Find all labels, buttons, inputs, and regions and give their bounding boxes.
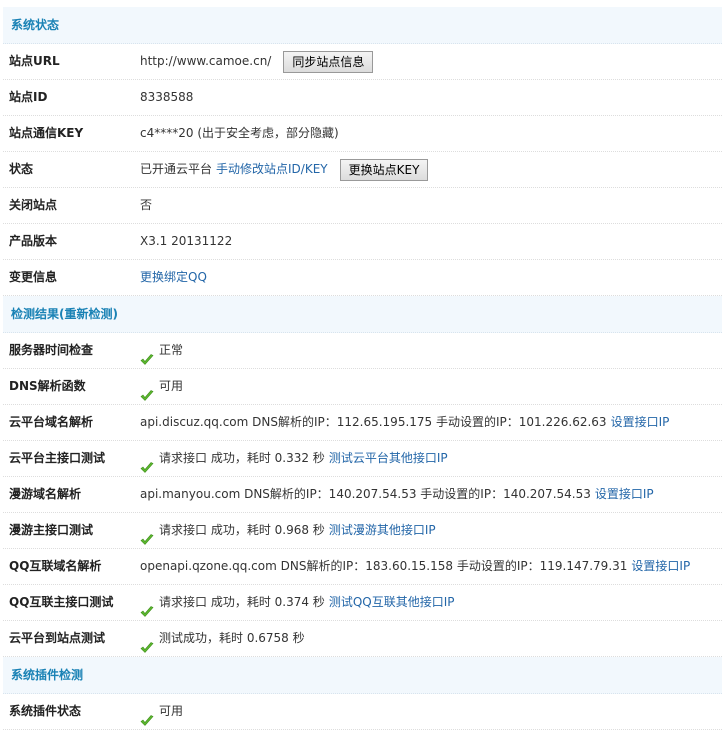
check-ok-icon bbox=[140, 706, 154, 726]
check-action-link[interactable]: 设置接口IP bbox=[611, 405, 670, 440]
check-action-link[interactable]: 测试QQ互联其他接口IP bbox=[329, 585, 455, 620]
label: 站点URL bbox=[9, 54, 60, 68]
version-value: X3.1 20131122 bbox=[140, 234, 233, 248]
row-version: 产品版本 X3.1 20131122 bbox=[3, 224, 722, 260]
check-label: 系统插件状态 bbox=[9, 704, 82, 718]
recheck-link[interactable]: (重新检测) bbox=[59, 307, 118, 321]
cloud-status-page: 系统状态 站点URL http://www.camoe.cn/同步站点信息 站点I… bbox=[0, 0, 722, 730]
site-url-value: http://www.camoe.cn/ bbox=[140, 54, 272, 68]
check-action-link[interactable]: 设置接口IP bbox=[631, 549, 690, 584]
sync-site-info-button[interactable]: 同步站点信息 bbox=[283, 50, 374, 73]
row-closed: 关闭站点 否 bbox=[3, 188, 722, 224]
row-state: 状态 已开通云平台 手动修改站点ID/KEY 更换站点KEY bbox=[3, 152, 722, 188]
check-ok-icon bbox=[140, 525, 154, 545]
check-result: 正常 bbox=[159, 343, 184, 357]
check-label: 云平台主接口测试 bbox=[9, 451, 106, 465]
check-action-link[interactable]: 设置接口IP bbox=[595, 477, 654, 512]
check-action-link[interactable]: 测试云平台其他接口IP bbox=[329, 441, 448, 476]
check-label: DNS解析函数 bbox=[9, 379, 86, 393]
label: 变更信息 bbox=[9, 270, 58, 284]
check-row: 云平台域名解析 api.discuz.qq.com DNS解析的IP：112.65… bbox=[3, 405, 722, 441]
label: 站点ID bbox=[9, 90, 48, 104]
check-ok-icon bbox=[140, 597, 154, 617]
check-ok-icon bbox=[140, 381, 154, 401]
check-result: 请求接口 成功，耗时 0.332 秒 bbox=[159, 451, 325, 465]
row-site-id: 站点ID 8338588 bbox=[3, 80, 722, 116]
check-ok-icon bbox=[140, 633, 154, 653]
check-row: QQ互联域名解析 openapi.qzone.qq.com DNS解析的IP：18… bbox=[3, 549, 722, 585]
closed-value: 否 bbox=[140, 198, 153, 212]
check-action-link[interactable]: 测试漫游其他接口IP bbox=[329, 513, 436, 548]
edit-id-key-link[interactable]: 手动修改站点ID/KEY bbox=[216, 152, 328, 187]
check-row: 系统插件状态 可用 bbox=[3, 694, 722, 730]
change-key-button[interactable]: 更换站点KEY bbox=[339, 158, 429, 181]
check-result: 请求接口 成功，耗时 0.374 秒 bbox=[159, 595, 325, 609]
check-result: 请求接口 成功，耗时 0.968 秒 bbox=[159, 523, 325, 537]
check-row: 云平台到站点测试 测试成功，耗时 0.6758 秒 bbox=[3, 621, 722, 657]
check-row: DNS解析函数 可用 bbox=[3, 369, 722, 405]
site-key-value: c4****20 (出于安全考虑，部分隐藏) bbox=[140, 126, 339, 140]
section-header-plugin-check: 系统插件检测 bbox=[3, 657, 722, 694]
check-label: 服务器时间检查 bbox=[9, 343, 94, 357]
check-ok-icon bbox=[140, 345, 154, 365]
check-label: QQ互联域名解析 bbox=[9, 559, 102, 573]
check-result: 测试成功，耗时 0.6758 秒 bbox=[159, 631, 305, 645]
row-site-url: 站点URL http://www.camoe.cn/同步站点信息 bbox=[3, 44, 722, 80]
section-title: 系统状态 bbox=[11, 18, 60, 32]
state-value: 已开通云平台 bbox=[140, 162, 213, 176]
check-result: api.discuz.qq.com DNS解析的IP：112.65.195.17… bbox=[140, 415, 607, 429]
check-row: QQ互联主接口测试 请求接口 成功，耗时 0.374 秒测试QQ互联其他接口IP bbox=[3, 585, 722, 621]
check-row: 漫游域名解析 api.manyou.com DNS解析的IP：140.207.54… bbox=[3, 477, 722, 513]
change-bound-qq-link[interactable]: 更换绑定QQ bbox=[140, 260, 207, 295]
check-label: 漫游域名解析 bbox=[9, 487, 82, 501]
check-row: 云平台主接口测试 请求接口 成功，耗时 0.332 秒测试云平台其他接口IP bbox=[3, 441, 722, 477]
label: 关闭站点 bbox=[9, 198, 58, 212]
check-result: openapi.qzone.qq.com DNS解析的IP：183.60.15.… bbox=[140, 559, 628, 573]
check-result: 可用 bbox=[159, 379, 184, 393]
check-label: QQ互联主接口测试 bbox=[9, 595, 114, 609]
row-change-info: 变更信息 更换绑定QQ bbox=[3, 260, 722, 296]
check-result: 可用 bbox=[159, 704, 184, 718]
section-header-check-results: 检测结果(重新检测) bbox=[3, 296, 722, 333]
check-result: api.manyou.com DNS解析的IP：140.207.54.53 手动… bbox=[140, 487, 591, 501]
site-id-value: 8338588 bbox=[140, 90, 194, 104]
label: 状态 bbox=[9, 162, 34, 176]
check-row: 漫游主接口测试 请求接口 成功，耗时 0.968 秒测试漫游其他接口IP bbox=[3, 513, 722, 549]
row-site-key: 站点通信KEY c4****20 (出于安全考虑，部分隐藏) bbox=[3, 116, 722, 152]
check-label: 云平台到站点测试 bbox=[9, 631, 106, 645]
check-row: 服务器时间检查 正常 bbox=[3, 333, 722, 369]
label: 产品版本 bbox=[9, 234, 58, 248]
label: 站点通信KEY bbox=[9, 126, 84, 140]
check-label: 云平台域名解析 bbox=[9, 415, 94, 429]
section-title: 系统插件检测 bbox=[11, 668, 84, 682]
check-label: 漫游主接口测试 bbox=[9, 523, 94, 537]
check-ok-icon bbox=[140, 453, 154, 473]
section-title: 检测结果 bbox=[11, 307, 60, 321]
section-header-system-status: 系统状态 bbox=[3, 7, 722, 44]
